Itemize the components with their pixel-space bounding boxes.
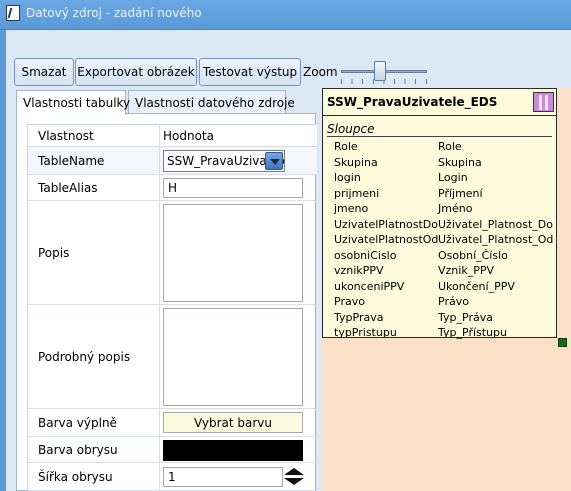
zoom-slider-thumb[interactable] [373, 61, 386, 81]
column-name: jmeno [334, 202, 369, 215]
app-icon [6, 5, 20, 21]
column-name: TypPrava [334, 310, 384, 324]
column-caption: Vznik_PPV [438, 264, 494, 277]
detailed-description-textarea[interactable] [163, 308, 303, 406]
diagram-table-box[interactable]: SSW_PravaUzivatele_EDS Sloupce Role Skup… [322, 88, 557, 341]
column-captions: Role Skupina Login Příjmení Jméno Uživat… [438, 139, 553, 341]
column-caption: Role [438, 140, 462, 153]
columns-section-label: Sloupce [327, 122, 375, 136]
export-image-button[interactable]: Exportovat obrázek [75, 58, 197, 86]
description-label: Popis [28, 201, 160, 304]
delete-button[interactable]: Smazat [14, 58, 74, 86]
zoom-label: Zoom [303, 65, 338, 79]
column-name: Role [334, 140, 358, 153]
description-textarea[interactable] [163, 204, 303, 302]
column-caption: Osobní_Číslo [438, 248, 508, 262]
table-name-label: TableName [28, 147, 160, 174]
column-caption: Příjmení [438, 186, 483, 200]
column-name: UzivatelPlatnostOd [334, 233, 439, 246]
column-name: login [334, 171, 361, 184]
table-box-title: SSW_PravaUzivatele_EDS [327, 95, 498, 109]
border-color-swatch[interactable] [163, 440, 303, 461]
column-name: UzivatelPlatnostDo [334, 217, 438, 231]
column-names: Role Skupina login prijmeni jmeno Uzivat… [334, 139, 438, 341]
column-caption: Uživatel_Platnost_Do [438, 217, 553, 231]
header-value: Hodnota [160, 125, 317, 146]
resize-handle[interactable] [558, 338, 567, 347]
table-alias-label: TableAlias [28, 175, 160, 200]
column-name: Pravo [334, 295, 365, 308]
test-output-button[interactable]: Testovat výstup [199, 58, 301, 86]
window-title: Datový zdroj - zadání nového [26, 6, 202, 20]
column-caption: Ukončení_PPV [438, 279, 515, 293]
column-name: typPristupu [334, 326, 397, 339]
tab-datasource-properties[interactable]: Vlastnosti datového zdroje [128, 90, 295, 114]
column-name: vznikPPV [334, 264, 384, 277]
title-bar: Datový zdroj - zadání nového [0, 0, 571, 30]
column-caption: Právo [438, 295, 469, 308]
detailed-description-label: Podrobný popis [28, 305, 160, 408]
column-name: ukonceniPPV [334, 279, 405, 293]
chevron-down-icon[interactable] [265, 152, 283, 170]
spin-down-icon[interactable] [284, 478, 304, 485]
row-detailed-description: Podrobný popis [28, 305, 317, 409]
column-caption: Uživatel_Platnost_Od [438, 233, 554, 246]
row-border-color: Barva obrysu [28, 437, 317, 463]
table-alias-input[interactable]: H [163, 178, 303, 198]
tab-table-properties[interactable]: Vlastnosti tabulky [16, 90, 130, 115]
grid-header: Vlastnost Hodnota [28, 125, 317, 147]
choose-color-button[interactable]: Vybrat barvu [163, 412, 303, 433]
header-property: Vlastnost [28, 125, 160, 146]
fill-color-label: Barva výplně [28, 409, 160, 436]
properties-panel: Vlastnost Hodnota TableName SSW_PravaUzi… [16, 113, 317, 491]
border-color-label: Barva obrysu [28, 437, 160, 462]
row-border-width: Šířka obrysu 1 [28, 463, 317, 491]
section-divider [327, 136, 552, 137]
row-fill-color: Barva výplně Vybrat barvu [28, 409, 317, 437]
column-caption: Login [438, 171, 468, 184]
row-table-alias: TableAlias H [28, 175, 317, 201]
border-width-label: Šířka obrysu [28, 463, 160, 490]
border-width-spinner[interactable] [284, 467, 304, 487]
column-caption: Typ_Přístupu [438, 326, 507, 339]
row-description: Popis [28, 201, 317, 305]
property-grid: Vlastnost Hodnota TableName SSW_PravaUzi… [27, 124, 317, 491]
column-caption: Skupina [438, 155, 482, 169]
row-table-name: TableName SSW_PravaUzivatele_EDS [28, 147, 317, 175]
column-name: osobniCislo [334, 248, 397, 262]
spin-up-icon[interactable] [284, 468, 304, 475]
column-caption: Typ_Práva [438, 310, 493, 324]
column-name: prijmeni [334, 186, 380, 200]
column-caption: Jméno [438, 202, 473, 215]
toolbar-area [6, 30, 571, 42]
column-name: Skupina [334, 155, 378, 169]
window-left-border [0, 30, 6, 491]
table-name-select[interactable]: SSW_PravaUzivatele_EDS [163, 150, 285, 172]
border-width-input[interactable]: 1 [163, 467, 283, 487]
table-icon [533, 92, 554, 112]
table-box-header: SSW_PravaUzivatele_EDS [323, 89, 556, 116]
